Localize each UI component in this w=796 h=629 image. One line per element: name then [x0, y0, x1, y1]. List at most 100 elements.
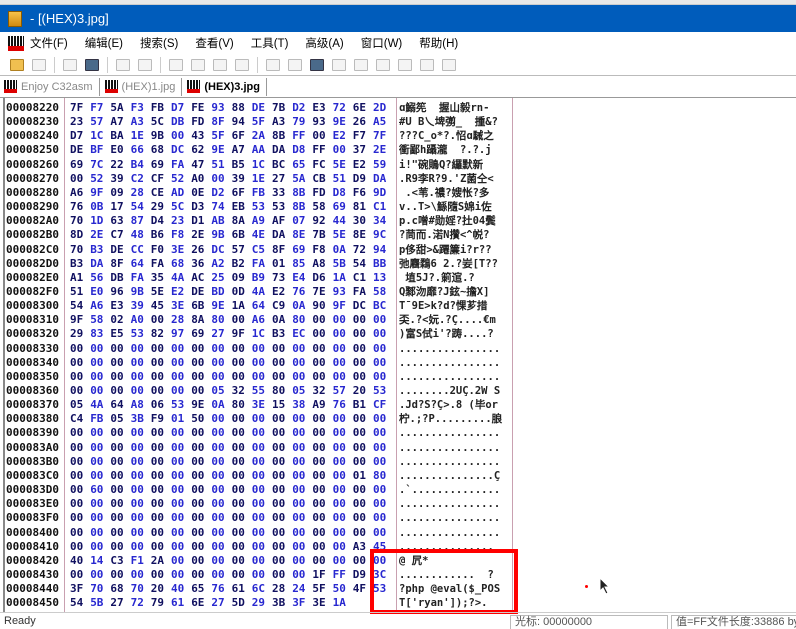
- hex-byte[interactable]: E2: [272, 285, 290, 299]
- row-ascii[interactable]: .`..............: [399, 483, 514, 497]
- hex-byte[interactable]: A7: [110, 115, 128, 129]
- hex-byte[interactable]: 00: [110, 526, 128, 540]
- hex-byte[interactable]: C2: [131, 172, 149, 186]
- hex-byte[interactable]: 00: [90, 497, 108, 511]
- hex-byte[interactable]: 59: [373, 158, 391, 172]
- hex-byte[interactable]: 72: [333, 101, 351, 115]
- hex-byte[interactable]: F8: [312, 243, 330, 257]
- hex-byte[interactable]: DB: [171, 115, 189, 129]
- hex-byte[interactable]: 00: [151, 511, 169, 525]
- hex-byte[interactable]: 00: [252, 540, 270, 554]
- hex-byte[interactable]: 00: [151, 483, 169, 497]
- hex-byte[interactable]: 5B: [333, 257, 351, 271]
- hex-byte[interactable]: 63: [110, 214, 128, 228]
- hex-byte[interactable]: 00: [211, 540, 229, 554]
- hex-byte[interactable]: 00: [232, 540, 250, 554]
- row-ascii[interactable]: ................: [399, 426, 514, 440]
- hex-byte[interactable]: B3: [90, 243, 108, 257]
- hex-byte[interactable]: 8E: [353, 228, 371, 242]
- hex-byte[interactable]: 1C: [252, 327, 270, 341]
- hex-byte[interactable]: 0D: [232, 285, 250, 299]
- hex-byte[interactable]: 00: [70, 356, 88, 370]
- hex-byte[interactable]: CF: [151, 172, 169, 186]
- hex-byte[interactable]: 57: [333, 384, 351, 398]
- hex-byte[interactable]: F7: [90, 101, 108, 115]
- hex-byte[interactable]: B2: [232, 257, 250, 271]
- hex-byte[interactable]: 00: [171, 568, 189, 582]
- hex-byte[interactable]: 00: [252, 441, 270, 455]
- hex-byte[interactable]: 00: [312, 356, 330, 370]
- hex-byte[interactable]: 09: [232, 271, 250, 285]
- hex-byte[interactable]: 00: [151, 540, 169, 554]
- forward-arrow-icon[interactable]: [138, 58, 152, 71]
- hex-byte[interactable]: 00: [70, 342, 88, 356]
- hex-byte[interactable]: D9: [353, 172, 371, 186]
- hex-byte[interactable]: 29: [151, 200, 169, 214]
- hex-byte[interactable]: 51: [211, 158, 229, 172]
- hex-byte[interactable]: 00: [171, 342, 189, 356]
- hex-byte[interactable]: 00: [211, 426, 229, 440]
- hex-byte[interactable]: 00: [292, 540, 310, 554]
- hex-byte[interactable]: 00: [333, 356, 351, 370]
- hex-byte[interactable]: 09: [110, 186, 128, 200]
- hex-byte[interactable]: 00: [272, 568, 290, 582]
- hex-byte[interactable]: 40: [70, 554, 88, 568]
- hex-byte[interactable]: A3: [353, 540, 371, 554]
- hex-byte[interactable]: A3: [272, 115, 290, 129]
- hex-byte[interactable]: 00: [131, 370, 149, 384]
- hex-byte[interactable]: 94: [373, 243, 391, 257]
- hex-byte[interactable]: FA: [353, 285, 371, 299]
- hex-byte[interactable]: 68: [171, 257, 189, 271]
- hex-byte[interactable]: 00: [131, 426, 149, 440]
- hex-byte[interactable]: 5C: [151, 115, 169, 129]
- hex-byte[interactable]: F0: [151, 243, 169, 257]
- hex-byte[interactable]: 00: [292, 497, 310, 511]
- hex-byte[interactable]: C9: [272, 299, 290, 313]
- hex-byte[interactable]: C3: [110, 554, 128, 568]
- hex-byte[interactable]: B6: [151, 228, 169, 242]
- hex-byte[interactable]: 00: [353, 313, 371, 327]
- hex-byte[interactable]: 28: [171, 313, 189, 327]
- hex-byte[interactable]: B3: [70, 257, 88, 271]
- hex-byte[interactable]: A3: [131, 115, 149, 129]
- hex-byte[interactable]: 00: [312, 526, 330, 540]
- menu-window[interactable]: 窗口(W): [361, 35, 403, 51]
- hex-byte[interactable]: 00: [211, 342, 229, 356]
- hex-byte[interactable]: 00: [171, 540, 189, 554]
- hex-byte[interactable]: 26: [353, 115, 371, 129]
- hex-byte[interactable]: 00: [232, 370, 250, 384]
- hex-byte[interactable]: 2A: [151, 554, 169, 568]
- hex-byte[interactable]: 00: [272, 526, 290, 540]
- hex-byte[interactable]: AB: [211, 214, 229, 228]
- hex-byte[interactable]: 00: [292, 426, 310, 440]
- hex-byte[interactable]: 00: [312, 441, 330, 455]
- hex-byte[interactable]: 00: [232, 342, 250, 356]
- hex-byte[interactable]: 00: [353, 356, 371, 370]
- hex-byte[interactable]: 88: [232, 101, 250, 115]
- hex-byte[interactable]: 00: [191, 511, 209, 525]
- hex-byte[interactable]: 00: [171, 384, 189, 398]
- hex-byte[interactable]: D6: [312, 271, 330, 285]
- hex-byte[interactable]: D2: [211, 186, 229, 200]
- hex-byte[interactable]: A9: [312, 398, 330, 412]
- hex-byte[interactable]: 00: [252, 356, 270, 370]
- hex-byte[interactable]: 00: [110, 426, 128, 440]
- hex-byte[interactable]: 62: [191, 143, 209, 157]
- hex-byte[interactable]: EC: [292, 327, 310, 341]
- hex-byte[interactable]: 00: [353, 327, 371, 341]
- hex-byte[interactable]: 00: [272, 441, 290, 455]
- hex-byte[interactable]: 1E: [252, 172, 270, 186]
- row-ascii[interactable]: 弛麛鶔6 2.?妛[T??: [399, 257, 514, 271]
- hex-byte[interactable]: 00: [211, 497, 229, 511]
- hex-byte[interactable]: FF: [333, 568, 351, 582]
- hex-byte[interactable]: 00: [312, 342, 330, 356]
- hex-byte[interactable]: 73: [272, 271, 290, 285]
- hex-byte[interactable]: 00: [252, 469, 270, 483]
- hex-byte[interactable]: 5B: [90, 596, 108, 610]
- hex-byte[interactable]: 1F: [312, 568, 330, 582]
- hex-byte[interactable]: 00: [353, 342, 371, 356]
- hex-byte[interactable]: CF: [373, 398, 391, 412]
- hex-byte[interactable]: 00: [131, 384, 149, 398]
- row-ascii[interactable]: ɑ鰯筅 握山毅rn-: [399, 101, 514, 115]
- hex-byte[interactable]: 00: [90, 568, 108, 582]
